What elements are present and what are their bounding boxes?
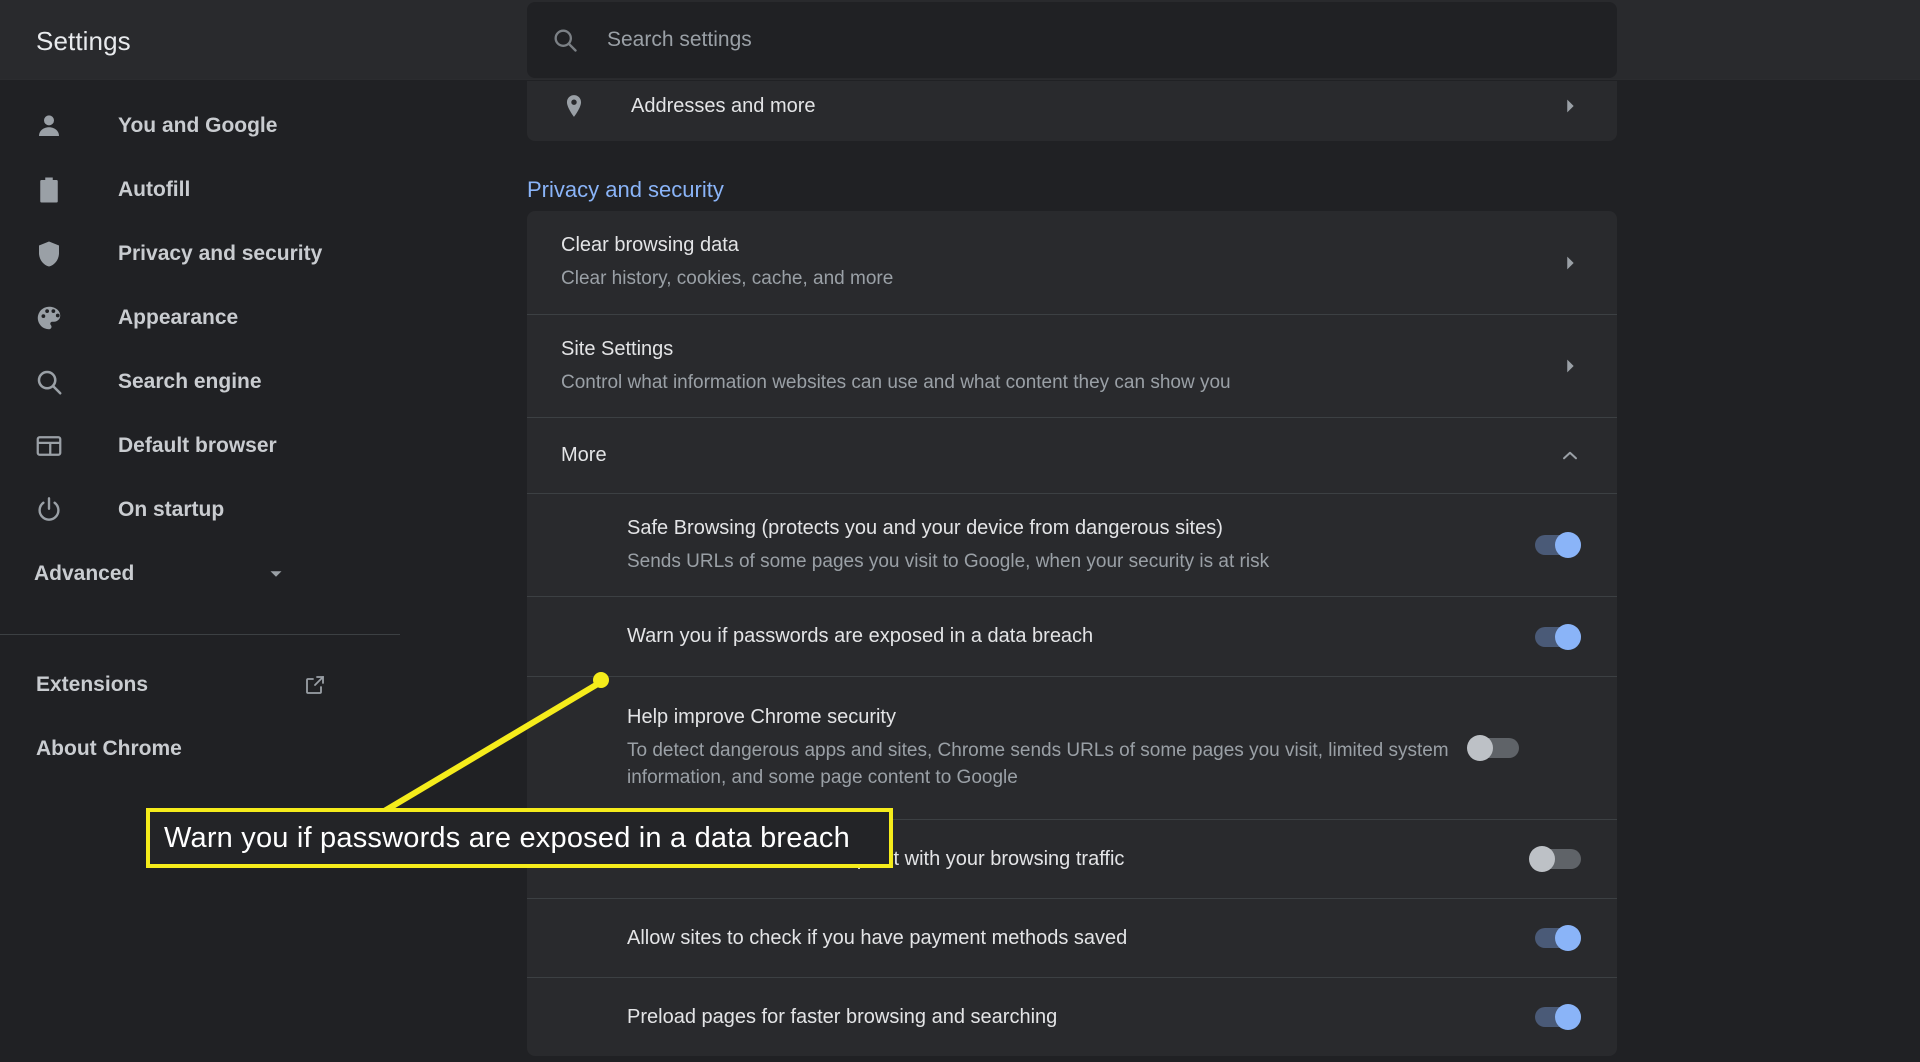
search-input[interactable] bbox=[607, 28, 1307, 52]
sidebar: You and Google Autofill Privacy and secu… bbox=[0, 80, 527, 1062]
sidebar-advanced-label: Advanced bbox=[34, 562, 135, 585]
palette-icon bbox=[34, 303, 64, 333]
row-addresses-and-more[interactable]: Addresses and more bbox=[527, 81, 1617, 141]
row-text: Clear browsing data Clear history, cooki… bbox=[561, 232, 1559, 293]
sidebar-item-privacy-and-security[interactable]: Privacy and security bbox=[0, 222, 527, 286]
magnifier-icon bbox=[34, 367, 64, 397]
sidebar-item-label: You and Google bbox=[118, 114, 278, 137]
main-content: Addresses and more Privacy and security … bbox=[527, 81, 1920, 1062]
sidebar-item-autofill[interactable]: Autofill bbox=[0, 158, 527, 222]
person-icon bbox=[34, 111, 64, 141]
search-icon bbox=[551, 26, 579, 54]
row-title: Warn you if passwords are exposed in a d… bbox=[627, 625, 1094, 647]
toggle-knob bbox=[1467, 735, 1493, 761]
settings-page: Settings You and Google Autofill bbox=[0, 0, 1920, 1062]
row-site-settings[interactable]: Site Settings Control what information w… bbox=[527, 314, 1617, 417]
row-safe-browsing[interactable]: Safe Browsing (protects you and your dev… bbox=[527, 493, 1617, 596]
row-title: Help improve Chrome security bbox=[627, 706, 896, 729]
toggle-knob bbox=[1529, 846, 1555, 872]
toggle-help-improve-chrome-security[interactable] bbox=[1467, 735, 1519, 761]
row-title: Addresses and more bbox=[631, 94, 816, 117]
sidebar-item-extensions[interactable]: Extensions bbox=[0, 653, 527, 717]
sidebar-item-on-startup[interactable]: On startup bbox=[0, 478, 527, 542]
row-title: Site Settings bbox=[561, 337, 674, 360]
row-title: Allow sites to check if you have payment… bbox=[627, 926, 1128, 949]
row-payment-methods-check[interactable]: Allow sites to check if you have payment… bbox=[527, 898, 1617, 977]
privacy-and-security-card: Clear browsing data Clear history, cooki… bbox=[527, 211, 1617, 1056]
row-text: Warn you if passwords are exposed in a d… bbox=[627, 623, 1529, 650]
chevron-right-icon[interactable] bbox=[1559, 252, 1581, 274]
row-more-expander[interactable]: More bbox=[527, 417, 1617, 493]
sidebar-item-label: On startup bbox=[118, 498, 225, 521]
chevron-up-icon[interactable] bbox=[1559, 445, 1581, 467]
row-title: More bbox=[561, 444, 607, 466]
chevron-right-icon[interactable] bbox=[1559, 355, 1581, 377]
sidebar-item-label: Autofill bbox=[118, 178, 191, 201]
addresses-and-more-card: Addresses and more bbox=[527, 81, 1617, 141]
row-text: Allow sites to check if you have payment… bbox=[627, 925, 1529, 952]
browser-window-icon bbox=[34, 431, 64, 461]
row-subtitle: Sends URLs of some pages you visit to Go… bbox=[627, 550, 1270, 572]
power-icon bbox=[34, 495, 64, 525]
sidebar-item-label: Extensions bbox=[36, 673, 149, 696]
toggle-knob bbox=[1555, 1004, 1581, 1030]
sidebar-item-label: Search engine bbox=[118, 370, 262, 393]
sidebar-item-you-and-google[interactable]: You and Google bbox=[0, 94, 527, 158]
sidebar-item-label: Privacy and security bbox=[118, 242, 323, 265]
sidebar-divider bbox=[0, 634, 400, 635]
sidebar-item-label: Default browser bbox=[118, 434, 277, 457]
row-subtitle: To detect dangerous apps and sites, Chro… bbox=[627, 740, 1449, 788]
row-preload-pages[interactable]: Preload pages for faster browsing and se… bbox=[527, 977, 1617, 1056]
clipboard-icon bbox=[34, 175, 64, 205]
row-subtitle: Control what information websites can us… bbox=[561, 371, 1231, 393]
row-text: Safe Browsing (protects you and your dev… bbox=[627, 515, 1529, 576]
annotation-callout: Warn you if passwords are exposed in a d… bbox=[146, 808, 893, 868]
toggle-payment-methods-check[interactable] bbox=[1529, 925, 1581, 951]
row-warn-passwords-breach[interactable]: Warn you if passwords are exposed in a d… bbox=[527, 596, 1617, 676]
location-pin-icon bbox=[561, 93, 587, 119]
sidebar-item-search-engine[interactable]: Search engine bbox=[0, 350, 527, 414]
sidebar-item-about-chrome[interactable]: About Chrome bbox=[0, 717, 527, 781]
row-text: Preload pages for faster browsing and se… bbox=[627, 1004, 1529, 1031]
toggle-safe-browsing[interactable] bbox=[1529, 532, 1581, 558]
row-text: Help improve Chrome security To detect d… bbox=[627, 704, 1467, 791]
row-clear-browsing-data[interactable]: Clear browsing data Clear history, cooki… bbox=[527, 211, 1617, 314]
row-text: Site Settings Control what information w… bbox=[561, 336, 1559, 397]
sidebar-item-label: Appearance bbox=[118, 306, 239, 329]
row-help-improve-chrome-security[interactable]: Help improve Chrome security To detect d… bbox=[527, 676, 1617, 819]
chevron-right-icon[interactable] bbox=[1559, 95, 1581, 117]
row-title: Safe Browsing (protects you and your dev… bbox=[627, 516, 1223, 539]
shield-icon bbox=[34, 239, 64, 269]
sidebar-item-default-browser[interactable]: Default browser bbox=[0, 414, 527, 478]
sidebar-item-label: About Chrome bbox=[36, 737, 182, 760]
search-bar[interactable] bbox=[527, 2, 1617, 78]
row-subtitle: Clear history, cookies, cache, and more bbox=[561, 268, 894, 290]
external-link-icon bbox=[303, 673, 327, 697]
section-title-privacy-and-security: Privacy and security bbox=[527, 177, 724, 202]
row-title: Clear browsing data bbox=[561, 234, 739, 257]
toggle-knob bbox=[1555, 623, 1581, 650]
row-text: More bbox=[561, 442, 1559, 469]
top-bar: Settings bbox=[0, 0, 1920, 80]
toggle-preload-pages[interactable] bbox=[1529, 1004, 1581, 1030]
toggle-knob bbox=[1555, 925, 1581, 951]
sidebar-item-appearance[interactable]: Appearance bbox=[0, 286, 527, 350]
row-title: Preload pages for faster browsing and se… bbox=[627, 1005, 1058, 1028]
toggle-warn-passwords-breach[interactable] bbox=[1529, 623, 1581, 650]
annotation-callout-text: Warn you if passwords are exposed in a d… bbox=[164, 821, 850, 854]
toggle-do-not-track[interactable] bbox=[1529, 846, 1581, 872]
toggle-knob bbox=[1555, 532, 1581, 558]
sidebar-item-advanced[interactable]: Advanced bbox=[0, 542, 527, 606]
chevron-down-icon bbox=[265, 563, 287, 585]
page-title: Settings bbox=[36, 26, 131, 56]
